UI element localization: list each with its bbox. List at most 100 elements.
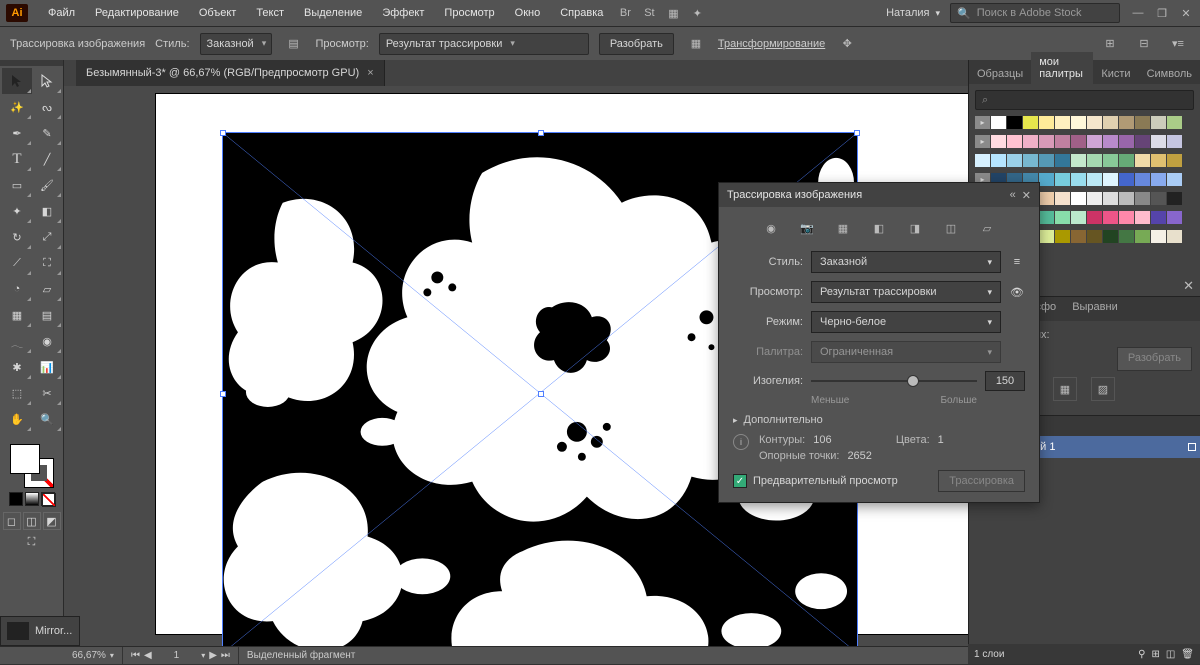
minimize-icon[interactable]: —	[1130, 7, 1146, 20]
style-dropdown[interactable]: Заказной▾	[200, 33, 272, 55]
swatch-folder-icon[interactable]: ▸	[975, 135, 990, 148]
swatch[interactable]	[1151, 135, 1166, 148]
close-tab-icon[interactable]: ×	[367, 67, 373, 79]
swatch[interactable]	[1071, 154, 1086, 167]
slider-thumb[interactable]	[907, 375, 919, 387]
prev-icon[interactable]: ◀	[144, 650, 152, 661]
trim-icon[interactable]: ▨	[1091, 377, 1115, 401]
artboard-nav[interactable]: ⏮ ◀ 1 ▾ ▶ ⏭	[123, 647, 239, 665]
swatch[interactable]	[1167, 211, 1182, 224]
swatch[interactable]	[1119, 230, 1134, 243]
graph-tool[interactable]: 📊	[32, 354, 62, 380]
preset-bw-icon[interactable]: ◫	[940, 217, 962, 239]
perspective-tool[interactable]: ▱	[32, 276, 62, 302]
first-icon[interactable]: ⏮	[131, 650, 140, 661]
mesh-tool[interactable]: ▦	[2, 302, 32, 328]
swatch[interactable]	[1119, 135, 1134, 148]
none-mode-icon[interactable]	[41, 492, 55, 506]
swatch[interactable]	[1167, 230, 1182, 243]
swatch[interactable]	[1055, 192, 1070, 205]
swatch[interactable]	[1087, 192, 1102, 205]
draw-behind-icon[interactable]: ◫	[23, 512, 41, 530]
swatch[interactable]	[1055, 211, 1070, 224]
swatch[interactable]	[1087, 230, 1102, 243]
new-layer-icon[interactable]: ◫	[1166, 649, 1175, 660]
tab-symbols[interactable]: Символь	[1139, 64, 1200, 84]
stock-icon[interactable]: St	[637, 2, 661, 24]
swatch[interactable]	[1167, 135, 1182, 148]
pen-tool[interactable]: ✒	[2, 120, 32, 146]
swatch[interactable]	[1151, 211, 1166, 224]
trace-button[interactable]: Трассировка	[938, 470, 1025, 492]
preset-6color-icon[interactable]: ◨	[904, 217, 926, 239]
close-icon[interactable]: ✕	[1178, 7, 1194, 20]
swatch[interactable]	[1023, 116, 1038, 129]
swatch[interactable]	[1135, 116, 1150, 129]
trace-panel-icon[interactable]: ▤	[282, 33, 306, 55]
swatch[interactable]	[1167, 116, 1182, 129]
swatch[interactable]	[1055, 116, 1070, 129]
swatch[interactable]	[1119, 154, 1134, 167]
menu-object[interactable]: Объект	[189, 0, 246, 26]
locate-icon[interactable]: ⚲	[1138, 649, 1145, 660]
style-dropdown[interactable]: Заказной▾	[811, 251, 1001, 273]
swatch[interactable]	[1039, 230, 1054, 243]
threshold-value[interactable]: 150	[985, 371, 1025, 391]
swatch[interactable]	[1167, 192, 1182, 205]
swatch[interactable]	[1119, 173, 1134, 186]
preview-checkbox[interactable]: ✓	[733, 474, 747, 488]
view-dropdown[interactable]: Результат трассировки▾	[811, 281, 1001, 303]
eyedropper-tool[interactable]: 𓂃	[2, 328, 32, 354]
panel-toggle-2-icon[interactable]: ⊟	[1132, 33, 1156, 55]
swatch[interactable]	[1055, 154, 1070, 167]
swatch-delete-icon[interactable]: ✕	[1183, 278, 1194, 294]
swatch[interactable]	[1135, 173, 1150, 186]
fill-swatch[interactable]	[10, 444, 40, 474]
view-dropdown[interactable]: Результат трассировки▾	[379, 33, 589, 55]
rotate-tool[interactable]: ↻	[2, 224, 32, 250]
swatch[interactable]	[1151, 230, 1166, 243]
swatch[interactable]	[1103, 116, 1118, 129]
swatch[interactable]	[1071, 211, 1086, 224]
swatch[interactable]	[1071, 173, 1086, 186]
expand-button[interactable]: Разобрать	[599, 33, 674, 55]
swatch[interactable]	[1135, 192, 1150, 205]
gpu-icon[interactable]: ✦	[685, 2, 709, 24]
gradient-mode-icon[interactable]	[25, 492, 39, 506]
preset-3color-icon[interactable]: ◧	[868, 217, 890, 239]
curvature-tool[interactable]: ✎	[32, 120, 62, 146]
swatch[interactable]	[1151, 154, 1166, 167]
swatch[interactable]	[1151, 192, 1166, 205]
swatch[interactable]	[1135, 230, 1150, 243]
gradient-tool[interactable]: ▤	[32, 302, 62, 328]
swatch[interactable]	[991, 135, 1006, 148]
close-icon[interactable]: ✕	[1022, 189, 1031, 202]
layer-target-icon[interactable]	[1188, 443, 1196, 451]
swatch[interactable]	[1087, 211, 1102, 224]
swatch[interactable]	[991, 154, 1006, 167]
swatch[interactable]	[1055, 230, 1070, 243]
swatch[interactable]	[1039, 173, 1054, 186]
rectangle-tool[interactable]: ▭	[2, 172, 32, 198]
swatch[interactable]	[1103, 173, 1118, 186]
menu-file[interactable]: Файл	[38, 0, 85, 26]
swatch[interactable]	[1151, 173, 1166, 186]
slice-tool[interactable]: ✂	[32, 380, 62, 406]
swatch[interactable]	[1087, 135, 1102, 148]
symbol-sprayer-tool[interactable]: ✱	[2, 354, 32, 380]
swatch[interactable]	[1103, 192, 1118, 205]
free-transform-tool[interactable]: ⛶	[32, 250, 62, 276]
swatch[interactable]	[1119, 192, 1134, 205]
swatch[interactable]	[1103, 154, 1118, 167]
bridge-icon[interactable]: Br	[613, 2, 637, 24]
blend-tool[interactable]: ◉	[32, 328, 62, 354]
type-tool[interactable]: T	[2, 146, 32, 172]
swatch[interactable]	[1039, 135, 1054, 148]
draw-inside-icon[interactable]: ◩	[43, 512, 61, 530]
swatch[interactable]	[1135, 211, 1150, 224]
swatch[interactable]	[1087, 173, 1102, 186]
style-menu-icon[interactable]: ≡	[1009, 256, 1025, 268]
maximize-icon[interactable]: ❐	[1154, 7, 1170, 20]
menu-window[interactable]: Окно	[505, 0, 551, 26]
tab-align[interactable]: Выравни	[1064, 297, 1126, 321]
